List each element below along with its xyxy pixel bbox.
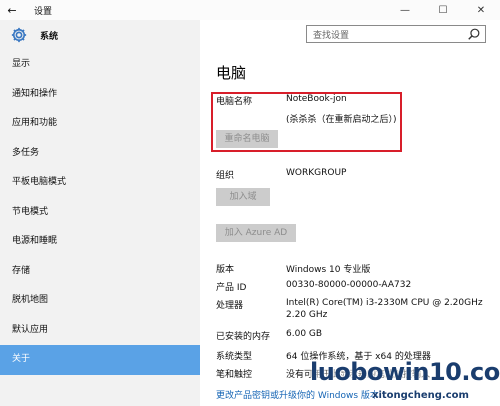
watermark-subtext: xitongcheng.com xyxy=(372,390,469,401)
sidebar-item[interactable]: 关于 xyxy=(0,345,200,375)
spec-label: 处理器 xyxy=(216,301,244,311)
sidebar-header-label: 系统 xyxy=(40,31,59,42)
org-value: WORKGROUP xyxy=(286,168,347,178)
sidebar-item[interactable]: 默认应用 xyxy=(0,316,200,346)
back-button[interactable]: ← xyxy=(0,0,24,20)
watermark-text: luobowin10.com xyxy=(310,358,500,386)
sidebar-item[interactable]: 电源和睡眠 xyxy=(0,227,200,257)
spec-label: 系统类型 xyxy=(216,352,253,362)
search-box[interactable]: 查找设置 xyxy=(306,25,486,43)
sidebar-item[interactable]: 节电模式 xyxy=(0,198,200,228)
highlight-box xyxy=(211,92,402,152)
spec-label: 产品 ID xyxy=(216,283,247,293)
spec-label: 笔和触控 xyxy=(216,370,253,380)
sidebar-list: 显示 通知和操作 应用和功能 多任务 平板电脑模式 节电模式 电源和睡眠 存储 脱机地图 默认应用… xyxy=(0,50,200,375)
spec-label: 已安装的内存 xyxy=(216,332,271,342)
search-icon xyxy=(468,28,480,40)
close-button[interactable]: ✕ xyxy=(462,0,500,20)
sidebar-item[interactable]: 多任务 xyxy=(0,139,200,169)
join-domain-button[interactable]: 加入域 xyxy=(216,188,270,206)
sidebar-item[interactable]: 通知和操作 xyxy=(0,80,200,110)
sidebar-item[interactable]: 脱机地图 xyxy=(0,286,200,316)
sidebar: 系统 显示 通知和操作 应用和功能 多任务 平板电脑模式 节电模式 电源和睡眠 存储 脱机地图默… xyxy=(0,20,200,406)
page-title: 电脑 xyxy=(216,64,247,82)
window-controls: — ☐ ✕ xyxy=(386,0,500,20)
spec-value: Intel(R) Core(TM) i3-2330M CPU @ 2.20GHz xyxy=(286,298,483,308)
sidebar-item[interactable]: 存储 xyxy=(0,257,200,287)
sidebar-header[interactable]: 系统 xyxy=(0,20,200,50)
title-bar: ← 设置 — ☐ ✕ xyxy=(0,0,500,21)
spec-value: 00330-80000-00000-AA732 xyxy=(286,280,412,290)
sidebar-item[interactable]: 应用和功能 xyxy=(0,109,200,139)
main-pane: 查找设置 电脑 电脑名称 NoteBook-jon (杀杀杀（在重新启动之后）)… xyxy=(200,20,500,406)
window-title: 设置 xyxy=(34,6,53,17)
minimize-button[interactable]: — xyxy=(386,0,424,20)
watermark-logo: luobowin10.com xitongcheng.com xyxy=(300,352,500,406)
maximize-button[interactable]: ☐ xyxy=(424,0,462,20)
back-arrow-icon: ← xyxy=(7,3,17,17)
org-label: 组织 xyxy=(216,171,235,181)
search-input[interactable]: 查找设置 xyxy=(313,28,467,41)
spec-value: 6.00 GB xyxy=(286,329,323,339)
spec-label: 版本 xyxy=(216,265,235,275)
gear-icon xyxy=(11,27,27,43)
sidebar-item[interactable]: 显示 xyxy=(0,50,200,80)
spec-value: 2.20 GHz xyxy=(286,310,328,320)
join-azure-ad-button[interactable]: 加入 Azure AD xyxy=(216,224,296,242)
sidebar-item[interactable]: 平板电脑模式 xyxy=(0,168,200,198)
spec-value: Windows 10 专业版 xyxy=(286,265,371,275)
